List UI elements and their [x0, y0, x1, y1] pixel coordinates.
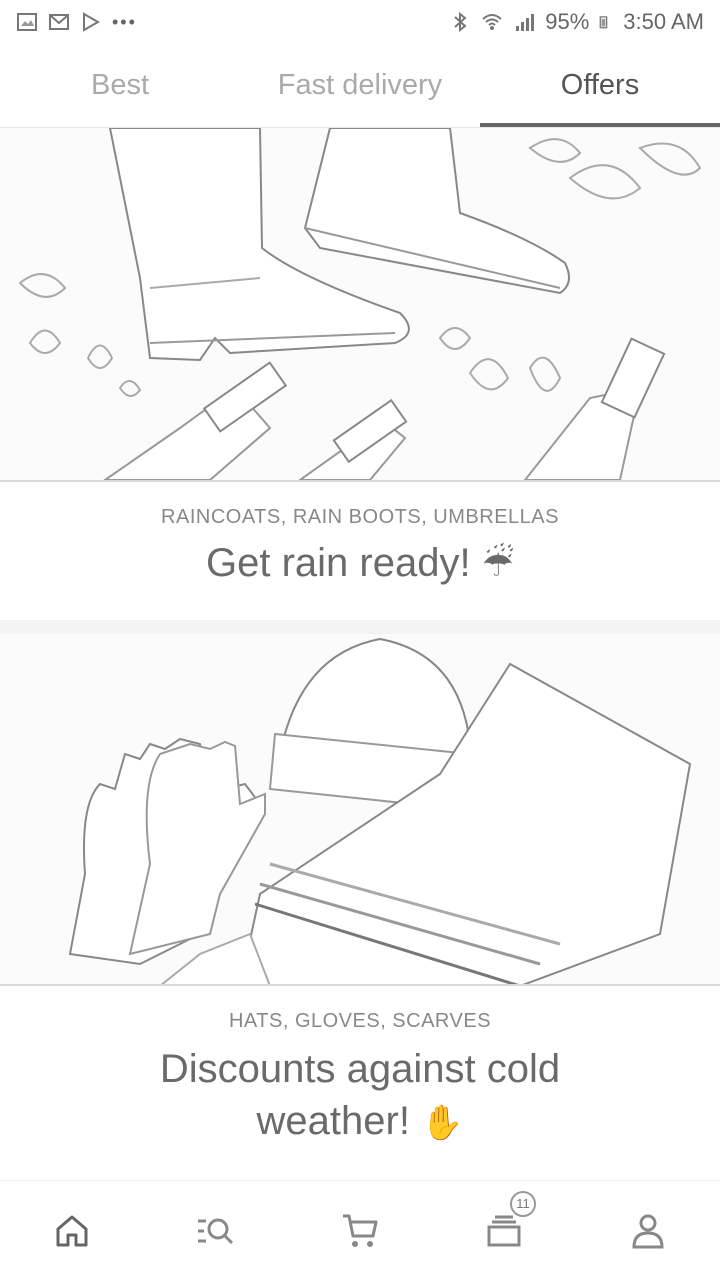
nav-profile[interactable] [576, 1211, 720, 1251]
offer-title: Discounts against cold weather! ✋ [0, 1043, 720, 1149]
offer-title-line1: Discounts against cold [159, 1047, 561, 1091]
hats-gloves-scarves-image [68, 637, 692, 984]
battery-icon [599, 16, 608, 29]
offer-card-rain[interactable]: RAINCOATS, RAIN BOOTS, UMBRELLAS Get rai… [0, 128, 720, 634]
tab-fast-delivery[interactable]: Fast delivery [240, 44, 480, 127]
nav-home[interactable] [0, 1211, 144, 1251]
nav-catalog-search[interactable] [144, 1211, 288, 1251]
offer-caption-rain: RAINCOATS, RAIN BOOTS, UMBRELLAS Get rai… [0, 482, 720, 591]
orders-icon [487, 1215, 521, 1246]
waving-hand-emoji-icon: ✋ [421, 1103, 464, 1143]
signal-icon [516, 14, 535, 31]
bluetooth-icon [454, 11, 467, 33]
play-store-notification-icon [83, 12, 101, 32]
status-bar: ••• 95% 3:50 AM [0, 0, 720, 44]
battery-percent: 95% [545, 9, 590, 34]
offer-image-cold [0, 634, 720, 986]
offer-image-rain [0, 128, 720, 482]
wifi-icon [482, 14, 502, 30]
tab-bar: Best Fast delivery Offers [0, 44, 720, 128]
umbrella-emoji-icon: ☔ [481, 544, 514, 585]
nav-orders[interactable]: 11 [432, 1190, 576, 1251]
clock: 3:50 AM [623, 9, 704, 34]
offer-title-text: Get rain ready! [206, 541, 471, 585]
mail-notification-icon [49, 14, 69, 30]
status-bar-right: 95% 3:50 AM [449, 9, 704, 35]
offer-title-line2-wrap: weather! ✋ [0, 1095, 720, 1149]
orders-count-badge: 11 [510, 1190, 536, 1217]
search-list-icon [198, 1218, 234, 1244]
profile-icon [632, 1214, 664, 1248]
nav-cart[interactable] [288, 1210, 432, 1252]
offer-card-cold[interactable]: HATS, GLOVES, SCARVES Discounts against … [0, 634, 720, 1180]
offer-subtitle: RAINCOATS, RAIN BOOTS, UMBRELLAS [161, 506, 559, 528]
gallery-notification-icon [17, 13, 37, 31]
offer-caption-cold: HATS, GLOVES, SCARVES Discounts against … [0, 986, 720, 1149]
offer-title: Get rain ready! ☔ [0, 537, 720, 591]
tab-best[interactable]: Best [0, 44, 240, 127]
tab-offers[interactable]: Offers [480, 44, 720, 127]
home-icon [56, 1215, 88, 1246]
rain-boots-umbrellas-image [18, 128, 702, 480]
offer-subtitle: HATS, GLOVES, SCARVES [228, 1010, 492, 1032]
more-notifications-icon: ••• [112, 11, 137, 32]
cart-icon [343, 1214, 378, 1247]
status-bar-left: ••• [16, 11, 137, 33]
bottom-navigation: 11 [0, 1180, 720, 1280]
offer-title-line2: weather! [256, 1099, 410, 1143]
